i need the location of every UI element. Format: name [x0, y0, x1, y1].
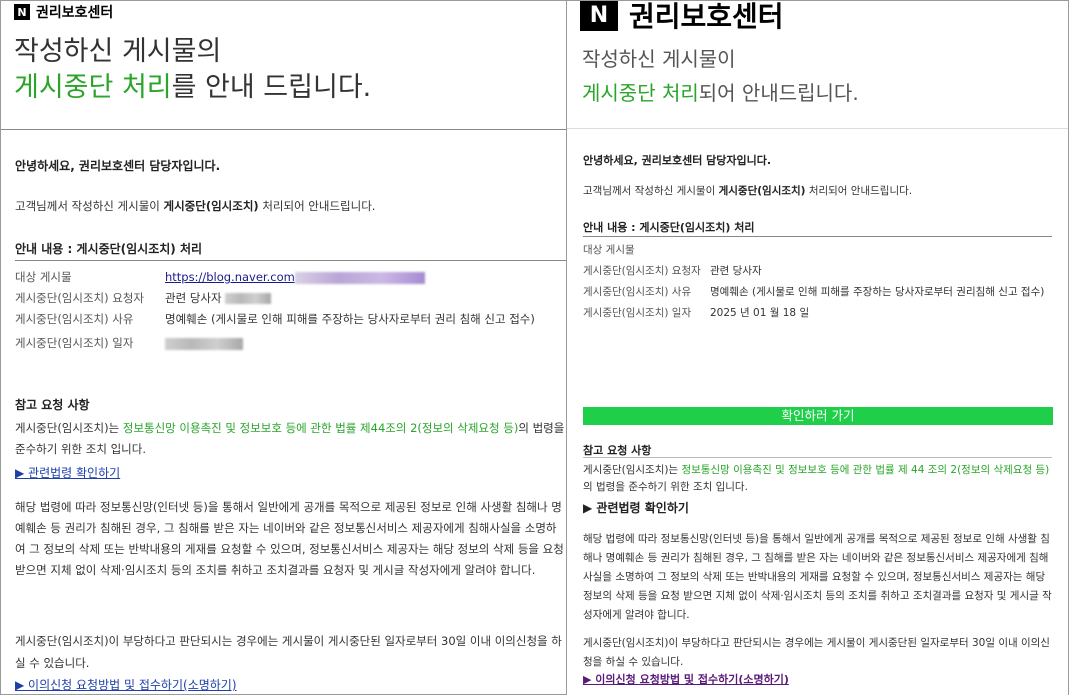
divider	[583, 236, 1052, 237]
intro-before: 고객님께서 작성하신 게시물이	[583, 185, 719, 197]
reason-label: 게시중단(임시조치) 사유	[583, 286, 692, 298]
post-label: 대상 게시물	[583, 244, 635, 256]
brand-header: N 권리보호센터	[580, 0, 784, 35]
redacted-date	[165, 337, 243, 350]
reason-value: 명예훼손 (게시물로 인해 피해를 주장하는 당사자로부터 권리 침해 신고 접…	[165, 312, 535, 326]
headline-line2: 를 안내 드립니다.	[171, 72, 372, 103]
divider	[567, 128, 1068, 129]
notice-after: 의 법령을 준수하기 위한 조치 입니다.	[583, 481, 748, 493]
table-row: 대상 게시물 https://blog.naver.com	[15, 267, 566, 288]
requester-label: 게시중단(임시조치) 요청자	[583, 265, 701, 277]
explanation-paragraph: 해당 법령에 따라 정보통신망(인터넷 등)을 통해서 일반에게 공개를 목적으…	[15, 500, 564, 577]
divider	[1, 129, 566, 130]
requester-value: 관련 당사자	[165, 291, 222, 305]
divider	[583, 457, 1052, 458]
headline-line2: 되어 안내드립니다.	[698, 81, 859, 105]
appeal-link[interactable]: ▶ 이의신청 요청방법 및 접수하기(소명하기)	[583, 671, 789, 687]
requester-value: 관련 당사자	[710, 265, 762, 277]
table-row: 게시중단(임시조치) 요청자 관련 당사자	[15, 288, 566, 309]
section-title-notice: 안내 내용 : 게시중단(임시조치) 처리	[583, 221, 755, 234]
redacted-url	[294, 271, 425, 284]
confirm-button[interactable]: 확인하러 가기	[583, 407, 1053, 425]
date-label: 게시중단(임시조치) 일자	[15, 336, 134, 350]
section-title-reference: 참고 요청 사항	[583, 444, 652, 457]
section-title-reference: 참고 요청 사항	[15, 398, 90, 412]
table-row: 게시중단(임시조치) 일자	[15, 333, 566, 354]
intro-highlight: 게시중단(임시조치)	[163, 199, 259, 213]
appeal-paragraph: 게시중단(임시조치)이 부당하다고 판단되시는 경우에는 게시물이 게시중단된 …	[583, 637, 1050, 668]
requester-label: 게시중단(임시조치) 요청자	[15, 291, 145, 305]
intro-after: 처리되어 안내드립니다.	[258, 199, 376, 213]
brand-name: 권리보호센터	[629, 0, 784, 33]
redacted-requester	[225, 293, 272, 304]
brand-header: N 권리보호센터	[14, 2, 113, 22]
naver-logo-icon: N	[14, 4, 30, 20]
headline-line1: 작성하신 게시물의	[14, 36, 222, 67]
intro-highlight: 게시중단(임시조치)	[718, 185, 806, 197]
notice-highlight: 정보통신망 이용촉진 및 정보보호 등에 관한 법률 제44조의 2(정보의 삭…	[122, 421, 519, 435]
info-table: 대상 게시물 게시중단(임시조치) 요청자 관련 당사자 게시중단(임시조치) …	[583, 241, 1053, 322]
table-row: 게시중단(임시조치) 사유 명예훼손 (게시물로 인해 피해를 주장하는 당사자…	[15, 309, 566, 330]
section-title-notice: 안내 내용 : 게시중단(임시조치) 처리	[15, 242, 203, 256]
intro-after: 처리되어 안내드립니다.	[805, 185, 913, 197]
headline-highlight: 게시중단 처리	[582, 81, 699, 105]
headline: 작성하신 게시물의 게시중단 처리를 안내 드립니다.	[14, 34, 371, 106]
table-row: 게시중단(임시조치) 일자 2025 년 01 월 18 일	[583, 304, 1053, 322]
headline-line1: 작성하신 게시물이	[582, 47, 736, 71]
reason-label: 게시중단(임시조치) 사유	[15, 312, 134, 326]
post-url-link[interactable]: https://blog.naver.com	[165, 270, 295, 284]
notice-before: 게시중단(임시조치)는	[15, 421, 123, 435]
date-label: 게시중단(임시조치) 일자	[583, 307, 692, 319]
notice-highlight: 정보통신망 이용촉진 및 정보보호 등에 관한 법률 제 44 조의 2(정보의…	[681, 464, 1050, 476]
intro-before: 고객님께서 작성하신 게시물이	[15, 199, 164, 213]
info-table: 대상 게시물 https://blog.naver.com 게시중단(임시조치)…	[15, 267, 566, 354]
greeting: 안녕하세요, 권리보호센터 담당자입니다.	[15, 159, 221, 173]
related-law-link[interactable]: ▶ 관련법령 확인하기	[15, 464, 120, 481]
divider	[15, 260, 566, 261]
brand-name: 권리보호센터	[36, 5, 114, 21]
notice-before: 게시중단(임시조치)는	[583, 464, 682, 476]
intro-text: 고객님께서 작성하신 게시물이 게시중단(임시조치) 처리되어 안내드립니다.	[15, 198, 375, 214]
post-label: 대상 게시물	[15, 270, 72, 284]
legal-notice: 게시중단(임시조치)는 정보통신망 이용촉진 및 정보보호 등에 관한 법률 제…	[15, 418, 565, 460]
table-row: 게시중단(임시조치) 요청자 관련 당사자	[583, 262, 1053, 280]
appeal-paragraph: 게시중단(임시조치)이 부당하다고 판단되시는 경우에는 게시물이 게시중단된 …	[15, 634, 562, 670]
date-value: 2025 년 01 월 18 일	[710, 307, 810, 319]
legal-notice: 게시중단(임시조치)는 정보통신망 이용촉진 및 정보보호 등에 관한 법률 제…	[583, 462, 1055, 496]
email-panel-right: N 권리보호센터 작성하신 게시물이 게시중단 처리되어 안내드립니다. 안녕하…	[567, 0, 1069, 695]
related-law-link[interactable]: ▶ 관련법령 확인하기	[583, 499, 689, 516]
intro-text: 고객님께서 작성하신 게시물이 게시중단(임시조치) 처리되어 안내드립니다.	[583, 183, 912, 198]
table-row: 대상 게시물	[583, 241, 1053, 259]
email-panel-left: N 권리보호센터 작성하신 게시물의 게시중단 처리를 안내 드립니다. 안녕하…	[0, 0, 567, 695]
explanation-paragraph: 해당 법령에 따라 정보통신망(인터넷 등)을 통해서 일반에게 공개를 목적으…	[583, 533, 1052, 621]
appeal-link[interactable]: ▶ 이의신청 요청방법 및 접수하기(소명하기)	[15, 676, 237, 693]
headline: 작성하신 게시물이 게시중단 처리되어 안내드립니다.	[582, 42, 859, 110]
table-row: 게시중단(임시조치) 사유 명예훼손 (게시물로 인해 피해를 주장하는 당사자…	[583, 283, 1053, 301]
greeting: 안녕하세요, 권리보호센터 담당자입니다.	[583, 154, 772, 167]
headline-highlight: 게시중단 처리	[14, 72, 172, 103]
reason-value: 명예훼손 (게시물로 인해 피해를 주장하는 당사자로부터 권리침해 신고 접수…	[710, 286, 1045, 298]
naver-logo-icon: N	[580, 1, 618, 31]
